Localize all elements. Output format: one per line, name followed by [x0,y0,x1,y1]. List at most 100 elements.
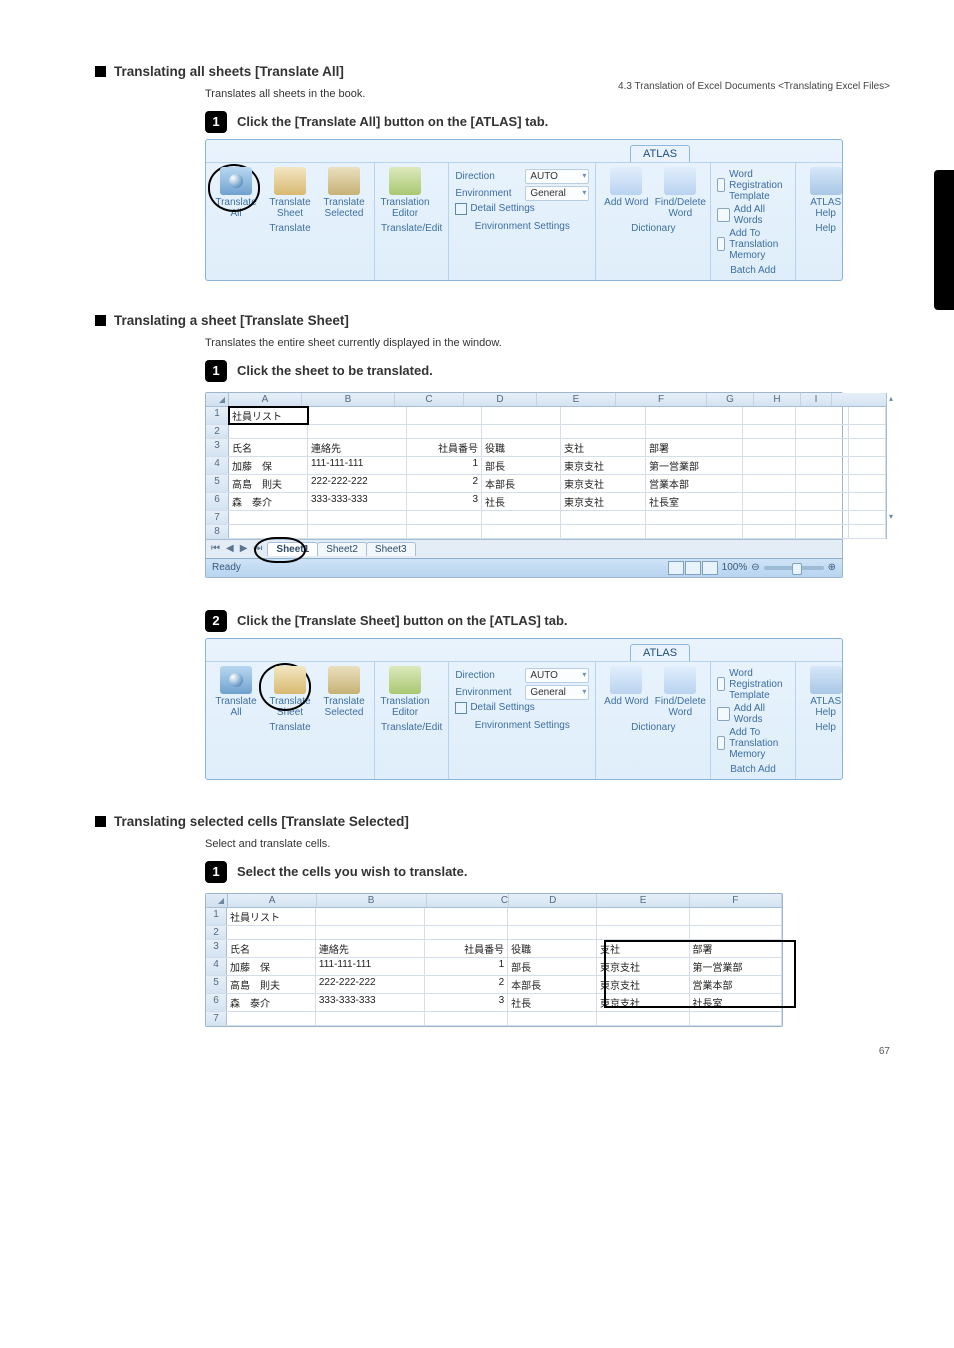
cell[interactable] [407,407,482,424]
cell[interactable] [407,525,482,538]
translate-sheet-button[interactable]: Translate Sheet [266,666,314,718]
environment-select[interactable]: General [525,186,589,201]
cell[interactable] [796,525,849,538]
cell[interactable]: 社長 [508,994,597,1011]
translate-all-button[interactable]: Translate All [212,167,260,219]
cell[interactable] [561,511,646,524]
cell[interactable] [229,511,308,524]
cell[interactable] [597,926,690,939]
vertical-scrollbar[interactable]: ▴▾ [886,393,887,539]
direction-select[interactable]: AUTO [525,169,589,184]
cell[interactable]: 東京支社 [597,976,690,993]
cell[interactable]: 社長室 [646,493,743,510]
cell[interactable] [316,1012,425,1025]
detail-settings-link[interactable]: Detail Settings [455,203,589,215]
cell[interactable]: 333-333-333 [308,493,407,510]
cell[interactable] [308,407,407,424]
cell[interactable]: 2 [407,475,482,492]
cell[interactable]: 111-111-111 [316,958,425,975]
cell[interactable] [743,475,796,492]
col-header[interactable]: H [754,393,801,406]
cell[interactable]: 役職 [482,439,561,456]
row-header[interactable]: 5 [206,475,229,492]
cell[interactable] [849,457,886,474]
cell[interactable]: 連絡先 [308,439,407,456]
row-header[interactable]: 1 [206,407,229,424]
cell[interactable] [743,425,796,438]
cell[interactable]: 部長 [508,958,597,975]
cell[interactable] [743,439,796,456]
cell[interactable]: 111-111-111 [308,457,407,474]
ribbon-tab-atlas[interactable]: ATLAS [630,644,690,661]
cell[interactable] [229,525,308,538]
cell[interactable] [561,425,646,438]
direction-select[interactable]: AUTO [525,668,589,683]
cell[interactable] [690,908,783,925]
cell[interactable] [743,493,796,510]
cell[interactable]: 222-222-222 [316,976,425,993]
row-header[interactable]: 7 [206,511,229,524]
row-header[interactable]: 6 [206,493,229,510]
cell[interactable] [646,525,743,538]
cell[interactable]: 社員番号 [425,940,508,957]
cell[interactable] [316,926,425,939]
cell[interactable] [646,425,743,438]
detail-settings-link[interactable]: Detail Settings [455,702,589,714]
cell[interactable]: 支社 [561,439,646,456]
cell[interactable] [308,425,407,438]
col-header[interactable]: B [302,393,395,406]
cell[interactable]: 高島 則夫 [227,976,316,993]
cell[interactable] [743,407,796,424]
cell[interactable] [690,1012,783,1025]
cell[interactable]: 部長 [482,457,561,474]
cell[interactable]: 部署 [690,940,783,957]
cell[interactable] [796,493,849,510]
cell[interactable]: 社員番号 [407,439,482,456]
cell[interactable]: 第一営業部 [690,958,783,975]
cell[interactable]: 東京支社 [561,457,646,474]
cell[interactable] [425,1012,508,1025]
cell[interactable] [796,439,849,456]
cell[interactable] [482,525,561,538]
add-word-button[interactable]: Add Word [602,167,650,208]
cell[interactable] [407,511,482,524]
col-header[interactable]: B [317,894,427,907]
cell[interactable] [508,908,597,925]
add-to-tm-button[interactable]: Add To Translation Memory [717,727,788,760]
cell[interactable]: 社員リスト [229,407,308,424]
cell[interactable] [796,511,849,524]
cell[interactable]: 森 泰介 [229,493,308,510]
cell[interactable] [482,511,561,524]
col-header[interactable]: G [707,393,754,406]
zoom-out-button[interactable]: ⊖ [751,562,759,573]
cell[interactable] [561,525,646,538]
atlas-help-button[interactable]: ATLAS Help [802,666,850,718]
col-header[interactable]: D [464,393,537,406]
cell[interactable]: 役職 [508,940,597,957]
cell[interactable]: 氏名 [227,940,316,957]
col-header[interactable]: F [690,894,782,907]
cell[interactable]: 3 [407,493,482,510]
cell[interactable] [508,1012,597,1025]
cell[interactable] [482,425,561,438]
add-word-button[interactable]: Add Word [602,666,650,707]
add-all-words-button[interactable]: Add All Words [717,703,788,725]
cell[interactable]: 森 泰介 [227,994,316,1011]
cell[interactable] [743,457,796,474]
row-header[interactable]: 7 [206,1012,227,1025]
cell[interactable] [597,908,690,925]
row-header[interactable]: 2 [206,425,229,438]
view-buttons[interactable] [668,561,718,575]
cell[interactable] [743,525,796,538]
atlas-help-button[interactable]: ATLAS Help [802,167,850,219]
cell[interactable]: 333-333-333 [316,994,425,1011]
cell[interactable]: 本部長 [482,475,561,492]
cell[interactable] [849,493,886,510]
row-header[interactable]: 5 [206,976,227,993]
sheet-nav-arrows[interactable]: ⏮◀▶⏭ [206,543,267,554]
cell[interactable]: 連絡先 [316,940,425,957]
cell[interactable]: 営業本部 [690,976,783,993]
col-header[interactable]: E [537,393,616,406]
cell[interactable] [316,908,425,925]
cell[interactable]: 3 [425,994,508,1011]
